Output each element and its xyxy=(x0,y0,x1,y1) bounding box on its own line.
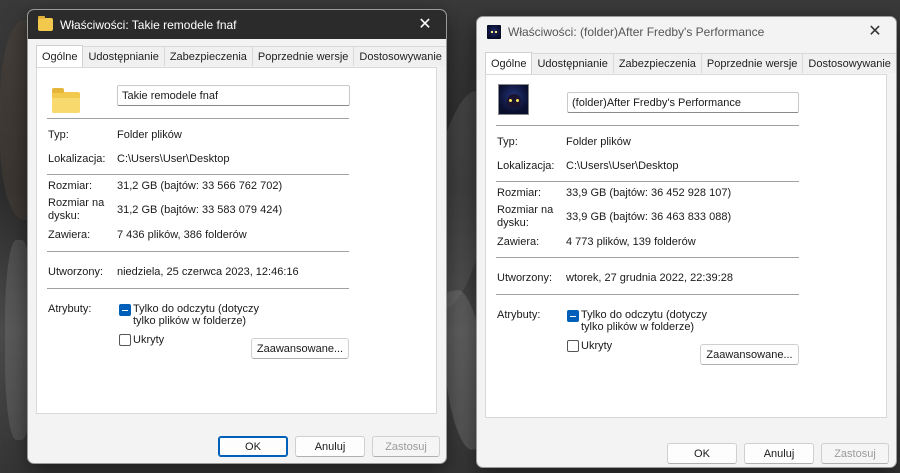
tab-bar: Ogólne Udostępnianie Zabezpieczenia Popr… xyxy=(36,44,446,67)
contains-label: Zawiera: xyxy=(48,229,91,241)
size-on-disk-value: 31,2 GB (bajtów: 33 583 079 424) xyxy=(117,204,283,216)
separator xyxy=(47,251,349,252)
properties-window-after-fredbys[interactable]: Właściwości: (folder)After Fredby's Perf… xyxy=(476,16,897,468)
advanced-button[interactable]: Zaawansowane... xyxy=(251,338,349,359)
type-value: Folder plików xyxy=(117,129,182,141)
readonly-checkbox[interactable] xyxy=(119,304,131,316)
tab-security[interactable]: Zabezpieczenia xyxy=(612,53,702,73)
created-label: Utworzony: xyxy=(48,266,104,278)
tab-previous-versions[interactable]: Poprzednie wersje xyxy=(700,53,804,73)
location-label: Lokalizacja: xyxy=(48,153,106,165)
tab-security[interactable]: Zabezpieczenia xyxy=(163,46,253,66)
advanced-button[interactable]: Zaawansowane... xyxy=(700,344,799,365)
separator xyxy=(47,288,349,289)
cancel-button[interactable]: Anuluj xyxy=(744,443,814,464)
hidden-checkbox-label: Ukryty xyxy=(581,340,613,352)
contains-value: 7 436 plików, 386 folderów xyxy=(117,229,247,241)
title-bar[interactable]: Właściwości: Takie remodele fnaf ✕ xyxy=(28,10,446,39)
separator xyxy=(47,118,349,119)
general-tab-panel: Typ: Folder plików Lokalizacja: C:\Users… xyxy=(485,74,887,418)
window-title: Właściwości: (folder)After Fredby's Perf… xyxy=(508,24,765,39)
separator xyxy=(47,174,349,175)
folder-name-input[interactable] xyxy=(117,85,350,106)
folder-icon xyxy=(52,88,80,113)
size-label: Rozmiar: xyxy=(497,187,542,199)
location-value: C:\Users\User\Desktop xyxy=(117,153,230,165)
hidden-checkbox[interactable] xyxy=(119,334,131,346)
location-value: C:\Users\User\Desktop xyxy=(566,160,679,172)
separator xyxy=(496,125,799,126)
size-label: Rozmiar: xyxy=(48,180,93,192)
title-bar[interactable]: Właściwości: (folder)After Fredby's Perf… xyxy=(477,17,896,46)
readonly-checkbox-label: Tylko do odczytu (dotyczy tylko plików w… xyxy=(581,309,707,333)
tab-customize[interactable]: Dostosowywanie xyxy=(353,46,446,66)
tab-general[interactable]: Ogólne xyxy=(485,52,533,74)
size-value: 31,2 GB (bajtów: 33 566 762 702) xyxy=(117,180,283,192)
properties-window-takie-remodele[interactable]: Właściwości: Takie remodele fnaf ✕ Ogóln… xyxy=(27,9,447,464)
folder-thumbnail-icon xyxy=(498,84,529,115)
type-value: Folder plików xyxy=(566,136,631,148)
folder-icon xyxy=(38,16,53,31)
general-tab-panel: Typ: Folder plików Lokalizacja: C:\Users… xyxy=(36,67,437,414)
ok-button[interactable]: OK xyxy=(667,443,737,464)
cancel-button[interactable]: Anuluj xyxy=(295,436,365,457)
tab-general[interactable]: Ogólne xyxy=(36,45,84,67)
tab-previous-versions[interactable]: Poprzednie wersje xyxy=(251,46,355,66)
size-value: 33,9 GB (bajtów: 36 452 928 107) xyxy=(566,187,732,199)
apply-button[interactable]: Zastosuj xyxy=(821,443,889,464)
type-label: Typ: xyxy=(497,136,518,148)
contains-label: Zawiera: xyxy=(497,236,540,248)
tab-customize[interactable]: Dostosowywanie xyxy=(802,53,896,73)
separator xyxy=(496,181,799,182)
close-button[interactable]: ✕ xyxy=(410,12,440,36)
ok-button[interactable]: OK xyxy=(218,436,288,457)
close-button[interactable]: ✕ xyxy=(860,19,890,43)
apply-button[interactable]: Zastosuj xyxy=(372,436,440,457)
type-label: Typ: xyxy=(48,129,69,141)
attributes-label: Atrybuty: xyxy=(48,303,92,315)
created-label: Utworzony: xyxy=(497,272,553,284)
hidden-checkbox-label: Ukryty xyxy=(133,334,165,346)
tab-bar: Ogólne Udostępnianie Zabezpieczenia Popr… xyxy=(485,51,896,74)
readonly-checkbox-label: Tylko do odczytu (dotyczy tylko plików w… xyxy=(133,303,259,327)
folder-name-input[interactable] xyxy=(567,92,799,113)
size-on-disk-value: 33,9 GB (bajtów: 36 463 833 088) xyxy=(566,211,732,223)
created-value: wtorek, 27 grudnia 2022, 22:39:28 xyxy=(566,272,733,284)
readonly-checkbox[interactable] xyxy=(567,310,579,322)
size-on-disk-label: Rozmiar na dysku: xyxy=(48,197,105,222)
folder-thumbnail-icon xyxy=(487,24,501,39)
location-label: Lokalizacja: xyxy=(497,160,555,172)
tab-sharing[interactable]: Udostępnianie xyxy=(82,46,165,66)
tab-sharing[interactable]: Udostępnianie xyxy=(531,53,614,73)
created-value: niedziela, 25 czerwca 2023, 12:46:16 xyxy=(117,266,299,278)
window-title: Właściwości: Takie remodele fnaf xyxy=(60,17,237,32)
size-on-disk-label: Rozmiar na dysku: xyxy=(497,204,554,229)
separator xyxy=(496,294,799,295)
separator xyxy=(496,257,799,258)
attributes-label: Atrybuty: xyxy=(497,309,541,321)
contains-value: 4 773 plików, 139 folderów xyxy=(566,236,696,248)
hidden-checkbox[interactable] xyxy=(567,340,579,352)
